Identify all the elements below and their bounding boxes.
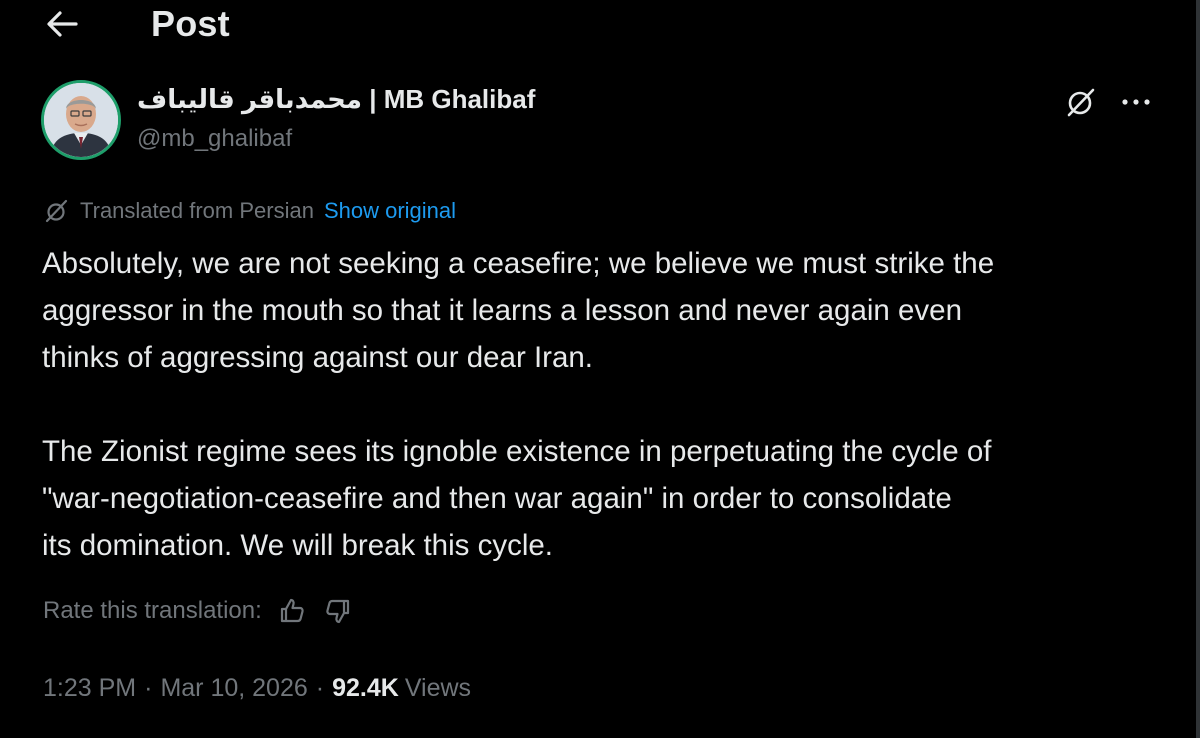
back-button[interactable] xyxy=(40,4,84,44)
tweet-line: thinks of aggressing against our dear Ir… xyxy=(42,341,593,374)
views-count[interactable]: 92.4K xyxy=(332,674,399,703)
rate-translation-label: Rate this translation: xyxy=(43,597,262,624)
author-display-name[interactable]: محمدباقر قالیباف | MB Ghalibaf xyxy=(137,84,535,115)
post-time[interactable]: 1:23 PM xyxy=(43,674,136,703)
thumbs-up-icon xyxy=(280,598,304,623)
tweet-line: its domination. We will break this cycle… xyxy=(42,529,553,562)
tweet-line: "war-negotiation-ceasefire and then war … xyxy=(42,482,952,515)
arrow-left-icon xyxy=(47,11,78,37)
translation-notice: Translated from Persian Show original xyxy=(44,196,456,226)
post-date[interactable]: Mar 10, 2026 xyxy=(160,674,307,703)
translated-from-label: Translated from Persian xyxy=(80,198,314,223)
separator: · xyxy=(144,673,153,702)
thumbs-up-button[interactable] xyxy=(276,595,308,627)
views-label: Views xyxy=(404,673,472,702)
tweet-text: Absolutely, we are not seeking a ceasefi… xyxy=(42,240,1172,569)
thumbs-down-icon xyxy=(326,599,349,624)
post-page: Post محمدباقر قالیباف | MB Ghalibaf @mb_… xyxy=(0,0,1200,738)
author-handle[interactable]: @mb_ghalibaf xyxy=(137,125,292,153)
post-metadata: 1:23 PM · Mar 10, 2026 · 92.4K Views xyxy=(43,670,471,706)
rate-translation: Rate this translation: xyxy=(43,594,354,628)
translate-icon xyxy=(44,198,70,224)
more-icon xyxy=(1122,99,1150,105)
more-options-button[interactable] xyxy=(1116,84,1156,120)
tweet-line: aggressor in the mouth so that it learns… xyxy=(42,294,962,327)
show-original-link[interactable]: Show original xyxy=(324,198,456,224)
avatar-image xyxy=(44,83,118,157)
tweet-line: The Zionist regime sees its ignoble exis… xyxy=(42,435,992,468)
thumbs-down-button[interactable] xyxy=(322,595,354,627)
page-title: Post xyxy=(151,3,230,44)
tweet-line: Absolutely, we are not seeking a ceasefi… xyxy=(42,247,995,280)
grok-button[interactable] xyxy=(1062,84,1100,120)
separator: · xyxy=(315,673,325,702)
avatar[interactable] xyxy=(41,80,121,160)
page-header: Post xyxy=(0,0,1196,50)
grok-icon xyxy=(1067,88,1095,117)
